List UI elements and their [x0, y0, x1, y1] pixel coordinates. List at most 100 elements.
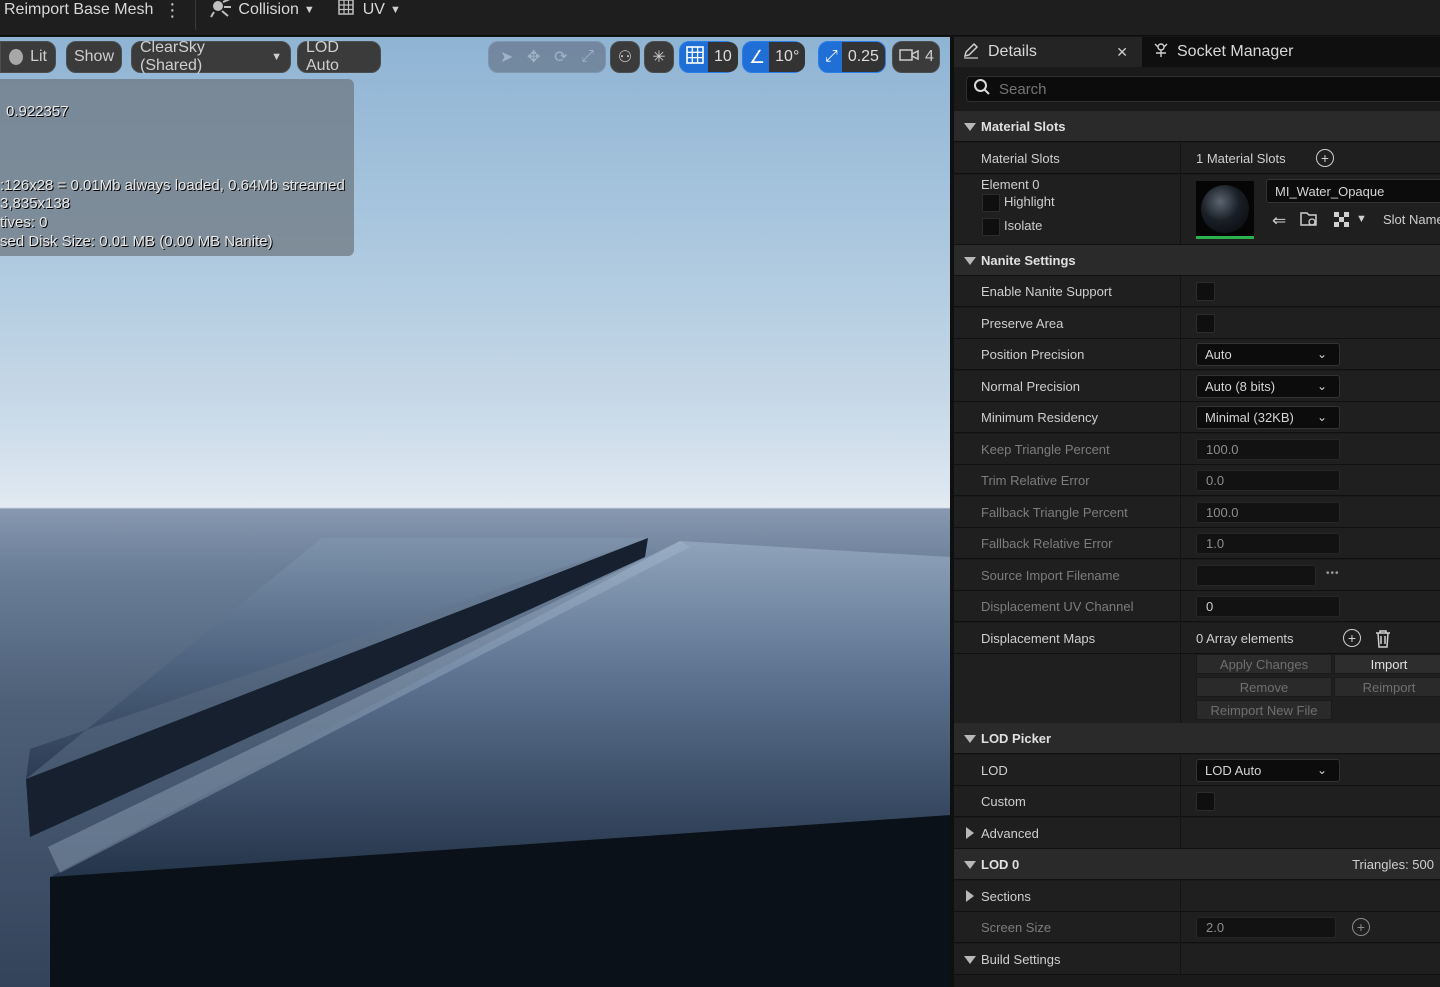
import-button[interactable]: Import: [1334, 654, 1440, 674]
add-screen-size-icon[interactable]: +: [1352, 918, 1370, 936]
expand-arrow-icon: [964, 861, 976, 869]
search-input[interactable]: [999, 80, 1379, 98]
screen-size-input[interactable]: 2.0: [1196, 917, 1336, 938]
show-label: Show: [73, 48, 115, 65]
reimport-base-mesh-button[interactable]: Reimport Base Mesh ⋮: [4, 0, 181, 20]
chevron-down-icon: ⌄: [1316, 379, 1327, 393]
collision-menu-button[interactable]: Collision ▼: [210, 0, 315, 20]
property-label: Enable Nanite Support: [981, 284, 1112, 299]
move-icon[interactable]: ✥: [527, 47, 540, 67]
add-element-icon[interactable]: +: [1343, 629, 1361, 647]
stats-line: tives: 0: [0, 214, 48, 231]
surface-snap-button[interactable]: ⚇: [610, 41, 640, 73]
property-label: Preserve Area: [981, 316, 1064, 331]
world-local-button[interactable]: ✳: [644, 41, 674, 73]
category-build-settings[interactable]: Build Settings: [954, 944, 1440, 975]
add-material-slot-icon[interactable]: +: [1316, 149, 1334, 167]
mesh-viewport[interactable]: Lit Show ClearSky (Shared) ▼ LOD Auto ➤ …: [0, 37, 950, 987]
keep-triangle-input[interactable]: 100.0: [1196, 439, 1340, 460]
row-nanite-actions: Apply Changes Import Remove Reimport Rei…: [954, 654, 1440, 724]
row-sections[interactable]: Sections: [954, 881, 1440, 912]
lod-auto-button[interactable]: LOD Auto: [297, 39, 381, 74]
tab-socket-manager[interactable]: Socket Manager: [1142, 37, 1294, 67]
show-button[interactable]: Show: [66, 41, 122, 73]
preserve-area-checkbox[interactable]: [1196, 314, 1215, 333]
details-panel: Details ✕ Socket Manager Material Slots …: [950, 37, 1440, 987]
isolate-checkbox[interactable]: [982, 218, 1000, 236]
scale-snap-value[interactable]: 0.25: [841, 42, 885, 72]
lit-view-mode-button[interactable]: Lit: [0, 41, 56, 73]
position-precision-dropdown[interactable]: Auto ⌄: [1196, 343, 1340, 366]
fallback-triangle-input[interactable]: 100.0: [1196, 502, 1340, 523]
category-lod-picker[interactable]: LOD Picker: [954, 723, 1440, 754]
scale-snap-toggle[interactable]: ⤢ 0.25: [818, 41, 886, 73]
property-label: Displacement Maps: [981, 631, 1096, 646]
uv-menu-button[interactable]: UV ▼: [337, 0, 401, 20]
highlight-checkbox[interactable]: [982, 194, 1000, 212]
material-thumbnail[interactable]: [1196, 181, 1254, 239]
angle-snap-toggle[interactable]: ∠ 10°: [742, 41, 806, 73]
remove-button[interactable]: Remove: [1196, 677, 1332, 697]
reimport-new-file-button[interactable]: Reimport New File: [1196, 700, 1332, 720]
grid-snap-value[interactable]: 10: [708, 42, 738, 72]
property-label: Trim Relative Error: [981, 473, 1090, 488]
chevron-down-icon: ▼: [389, 4, 401, 16]
property-label: Material Slots: [981, 151, 1060, 166]
source-filename-input[interactable]: [1196, 565, 1316, 586]
use-selected-arrow-icon[interactable]: ⇐: [1272, 211, 1286, 231]
collision-label: Collision: [238, 1, 299, 18]
rotate-icon[interactable]: ⟳: [554, 47, 567, 67]
row-displacement-uv-channel: Displacement UV Channel 0: [954, 591, 1440, 622]
minimum-residency-dropdown[interactable]: Minimal (32KB) ⌄: [1196, 406, 1340, 429]
more-options-icon[interactable]: •••: [1326, 568, 1340, 579]
row-source-import-filename: Source Import Filename •••: [954, 560, 1440, 591]
enable-nanite-checkbox[interactable]: [1196, 282, 1215, 301]
chevron-down-icon: ⌄: [1316, 763, 1327, 777]
close-icon[interactable]: ✕: [1116, 44, 1128, 61]
material-asset-field[interactable]: MI_Water_Opaque: [1266, 179, 1440, 203]
normal-precision-dropdown[interactable]: Auto (8 bits) ⌄: [1196, 375, 1340, 398]
scale-icon[interactable]: ⤢: [581, 48, 594, 66]
panel-tabs: Details ✕ Socket Manager: [954, 37, 1440, 67]
trash-icon[interactable]: [1374, 629, 1392, 653]
angle-snap-value[interactable]: 10°: [769, 42, 806, 72]
row-advanced[interactable]: Advanced: [954, 818, 1440, 849]
grid-snap-toggle[interactable]: 10: [679, 41, 738, 73]
toolbar-divider: [195, 0, 197, 30]
pencil-icon: [962, 41, 980, 64]
slot-name-label: Slot Name: [1383, 212, 1440, 227]
select-arrow-icon[interactable]: ➤: [500, 47, 513, 67]
sky-preset-dropdown[interactable]: ClearSky (Shared) ▼: [131, 39, 291, 74]
custom-lod-checkbox[interactable]: [1196, 792, 1215, 811]
checker-texture-icon[interactable]: [1334, 212, 1350, 233]
lit-label: Lit: [30, 48, 47, 65]
fallback-error-input[interactable]: 1.0: [1196, 533, 1340, 554]
angle-snap-icon: ∠: [749, 46, 766, 67]
lod-dropdown[interactable]: LOD Auto ⌄: [1196, 759, 1340, 782]
displacement-maps-count: 0 Array elements: [1196, 631, 1294, 646]
kebab-menu-icon[interactable]: ⋮: [163, 0, 181, 20]
highlight-label: Highlight: [1004, 194, 1055, 209]
tab-details[interactable]: Details ✕: [954, 37, 1142, 67]
camera-speed-button[interactable]: 4: [892, 41, 940, 73]
displacement-uv-input[interactable]: 0: [1196, 596, 1340, 617]
trim-error-input[interactable]: 0.0: [1196, 470, 1340, 491]
category-material-slots[interactable]: Material Slots: [954, 111, 1440, 142]
lit-sphere-icon: [9, 49, 24, 65]
category-lod-0[interactable]: LOD 0 Triangles: 500: [954, 849, 1440, 880]
category-nanite-settings[interactable]: Nanite Settings: [954, 245, 1440, 276]
apply-changes-button[interactable]: Apply Changes: [1196, 654, 1332, 674]
expand-arrow-icon: [964, 956, 976, 964]
chevron-down-icon[interactable]: ▼: [1356, 213, 1367, 225]
category-label: Material Slots: [981, 119, 1066, 134]
chevron-down-icon: ▼: [303, 4, 315, 16]
browse-folder-icon[interactable]: [1299, 210, 1319, 233]
expand-arrow-icon: [964, 123, 976, 131]
row-position-precision: Position Precision Auto ⌄: [954, 339, 1440, 370]
property-label: Screen Size: [981, 920, 1052, 935]
category-label: LOD Picker: [981, 731, 1052, 746]
property-label: Position Precision: [981, 347, 1085, 362]
details-search-box[interactable]: [966, 76, 1440, 102]
dropdown-value: LOD Auto: [1205, 763, 1262, 778]
reimport-button[interactable]: Reimport: [1334, 677, 1440, 697]
